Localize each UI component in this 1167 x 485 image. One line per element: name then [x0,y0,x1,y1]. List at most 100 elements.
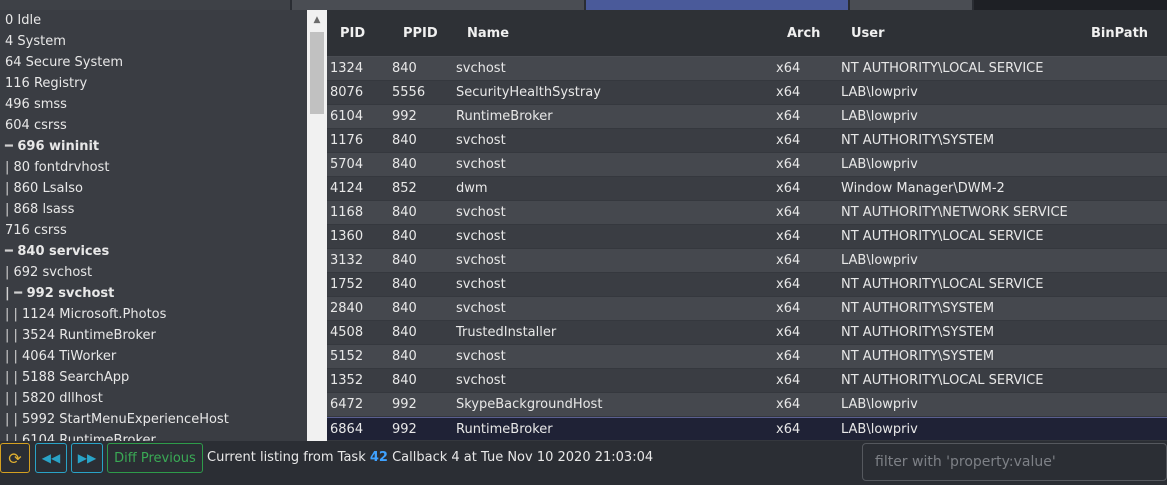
cell-ppid: 992 [392,397,417,412]
header-binpath[interactable]: BinPath [1091,10,1148,57]
tree-guide: | | [5,412,23,427]
cell-user: LAB\lowpriv [841,422,918,437]
tree-scrollbar[interactable]: ▲ [307,10,327,441]
cell-arch: x64 [776,397,801,412]
next-listing-button[interactable]: ▶▶ [71,443,103,473]
tree-item[interactable]: | 80 fontdrvhost [0,157,307,178]
tree-item[interactable]: | 692 svchost [0,262,307,283]
table-row[interactable]: 2840 840 svchost x64 NT AUTHORITY\SYSTEM [327,297,1167,321]
tree-guide: | | [5,391,23,406]
cell-arch: x64 [776,373,801,388]
header-name[interactable]: Name [467,10,509,57]
tree-item-label: 5188 SearchApp [22,370,130,385]
fast-forward-icon: ▶▶ [77,451,97,465]
tree-item-label: 868 lsass [13,202,75,217]
table-row[interactable]: 6472 992 SkypeBackgroundHost x64 LAB\lowpriv [327,393,1167,417]
table-row[interactable]: 1176 840 svchost x64 NT AUTHORITY\SYSTEM [327,129,1167,153]
header-arch[interactable]: Arch [787,10,820,57]
cell-user: LAB\lowpriv [841,253,918,268]
tree-item[interactable]: 604 csrss [0,115,307,136]
tree-item[interactable]: | 860 LsaIso [0,178,307,199]
tree-item[interactable]: | | 5820 dllhost [0,388,307,409]
cell-arch: x64 [776,133,801,148]
cell-arch: x64 [776,301,801,316]
tree-guide: | | [5,307,23,322]
tree-item[interactable]: ━ 696 wininit [0,136,307,157]
table-row[interactable]: 4124 852 dwm x64 Window Manager\DWM-2 [327,177,1167,201]
cell-pid: 1752 [330,277,364,292]
scroll-up-arrow-icon[interactable]: ▲ [307,10,327,30]
tree-item[interactable]: | ━ 992 svchost [0,283,307,304]
refresh-button[interactable]: ⟳ [0,443,30,473]
tree-item[interactable]: | | 1124 Microsoft.Photos [0,304,307,325]
tree-item[interactable]: | | 5188 SearchApp [0,367,307,388]
cell-name: svchost [456,301,506,316]
cell-arch: x64 [776,157,801,172]
previous-listing-button[interactable]: ◀◀ [35,443,67,473]
listing-status: Current listing from Task 42 Callback 4 … [207,443,653,473]
rewind-icon: ◀◀ [41,451,61,465]
table-row[interactable]: 3132 840 svchost x64 LAB\lowpriv [327,249,1167,273]
cell-pid: 6864 [330,422,364,437]
table-row[interactable]: 1352 840 svchost x64 NT AUTHORITY\LOCAL SERV… [327,369,1167,393]
filter-input[interactable] [862,443,1167,481]
header-ppid[interactable]: PPID [403,10,438,57]
cell-arch: x64 [776,61,801,76]
task-link[interactable]: 42 [370,450,388,465]
tree-item[interactable]: | | 5992 StartMenuExperienceHost [0,409,307,430]
tree-item[interactable]: 496 smss [0,94,307,115]
tree-item-label: 64 Secure System [5,55,123,70]
tree-item[interactable]: 64 Secure System [0,52,307,73]
diff-previous-button[interactable]: Diff Previous [107,443,203,473]
tree-item[interactable]: | 868 lsass [0,199,307,220]
table-row[interactable]: 1752 840 svchost x64 NT AUTHORITY\LOCAL SERV… [327,273,1167,297]
cell-ppid: 992 [392,422,417,437]
table-row[interactable]: 1360 840 svchost x64 NT AUTHORITY\LOCAL SERV… [327,225,1167,249]
table-row[interactable]: 6104 992 RuntimeBroker x64 LAB\lowpriv [327,105,1167,129]
table-row[interactable]: 5704 840 svchost x64 LAB\lowpriv [327,153,1167,177]
tree-item[interactable]: 116 Registry [0,73,307,94]
process-tree-panel: 0 Idle 4 System 64 Secure System 116 Regist… [0,10,327,441]
table-row[interactable]: 1168 840 svchost x64 NT AUTHORITY\NETWORK SE… [327,201,1167,225]
top-tab-5[interactable] [974,0,1167,10]
tree-item-label: 604 csrss [5,118,67,133]
tree-item[interactable]: | | 6104 RuntimeBroker [0,430,307,441]
cell-pid: 1176 [330,133,364,148]
table-row[interactable]: 5152 840 svchost x64 NT AUTHORITY\SYSTEM [327,345,1167,369]
cell-ppid: 840 [392,157,417,172]
tree-item[interactable]: ━ 840 services [0,241,307,262]
cell-pid: 3132 [330,253,364,268]
table-row[interactable]: 4508 840 TrustedInstaller x64 NT AUTHORITY\S… [327,321,1167,345]
cell-ppid: 840 [392,253,417,268]
process-table: PID PPID Name Arch User BinPath 1324 840 s… [327,10,1167,441]
cell-pid: 6104 [330,109,364,124]
cell-name: SecurityHealthSystray [456,85,601,100]
cell-user: LAB\lowpriv [841,397,918,412]
table-row[interactable]: 8076 5556 SecurityHealthSystray x64 LAB\lowp… [327,81,1167,105]
top-tab-active[interactable] [586,0,848,10]
header-pid[interactable]: PID [340,10,365,57]
table-row[interactable]: 1324 840 svchost x64 NT AUTHORITY\LOCAL SERV… [327,57,1167,81]
tree-guide: | | [5,370,23,385]
table-row[interactable]: 6864 992 RuntimeBroker x64 LAB\lowpriv [327,417,1167,441]
tree-item[interactable]: | | 4064 TiWorker [0,346,307,367]
tree-guide: | [5,202,14,217]
cell-ppid: 840 [392,301,417,316]
top-tab-1[interactable] [0,0,290,10]
tree-item[interactable]: | | 3524 RuntimeBroker [0,325,307,346]
top-tab-4[interactable] [850,0,972,10]
cell-name: SkypeBackgroundHost [456,397,603,412]
cell-arch: x64 [776,349,801,364]
tree-item[interactable]: 0 Idle [0,10,307,31]
header-user[interactable]: User [851,10,885,57]
cell-ppid: 840 [392,277,417,292]
scroll-thumb[interactable] [310,32,324,114]
cell-name: svchost [456,157,506,172]
cell-arch: x64 [776,253,801,268]
tree-item[interactable]: 4 System [0,31,307,52]
cell-pid: 1168 [330,205,364,220]
cell-pid: 4508 [330,325,364,340]
top-tab-2[interactable] [292,0,584,10]
cell-name: svchost [456,229,506,244]
tree-item[interactable]: 716 csrss [0,220,307,241]
